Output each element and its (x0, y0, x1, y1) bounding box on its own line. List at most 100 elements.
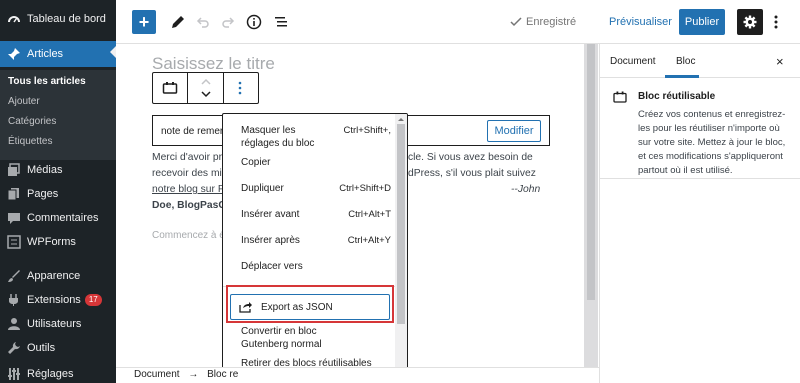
undo-button[interactable] (194, 9, 212, 35)
chevron-up-down-icon (201, 78, 211, 98)
menu-media-label: Médias (27, 164, 63, 176)
admin-sidebar: Tableau de bord Articles Tous les articl… (0, 0, 116, 383)
reusable-block-icon (613, 91, 627, 103)
scroll-up-arrow-icon (398, 118, 404, 121)
redo-button[interactable] (219, 9, 237, 35)
plus-icon: + (138, 12, 150, 32)
block-card-title: Bloc réutilisable (638, 91, 716, 102)
menu-posts[interactable]: Articles (0, 41, 116, 67)
block-toolbar (152, 72, 259, 104)
comments-icon (7, 211, 21, 225)
menu-media[interactable]: Médias (0, 157, 116, 183)
dropdown-scrollbar[interactable] (395, 114, 407, 382)
menu-comments[interactable]: Commentaires (0, 205, 116, 231)
reusable-block-icon (162, 82, 178, 94)
gear-icon (743, 15, 757, 29)
submenu-all-posts[interactable]: Tous les articles (8, 76, 86, 87)
close-sidebar-button[interactable]: × (776, 54, 784, 69)
breadcrumb-current[interactable]: Bloc re (207, 369, 238, 380)
menu-users-label: Utilisateurs (27, 318, 82, 330)
media-icon (7, 163, 21, 177)
list-view-icon (275, 17, 287, 27)
vertical-ellipsis-icon (238, 81, 242, 95)
block-type-button[interactable] (162, 81, 178, 98)
wpforms-icon (7, 235, 21, 249)
settings-button[interactable] (737, 9, 763, 35)
editor-top-toolbar: + Enregistré Prévisualiser Publier (116, 0, 800, 44)
redo-icon (222, 17, 235, 28)
menu-item-hide-settings[interactable]: Masquer les réglages du bloc Ctrl+Shift+… (241, 124, 391, 150)
active-tab-indicator (665, 75, 699, 78)
menu-dashboard[interactable]: Tableau de bord (0, 6, 116, 32)
submenu-add[interactable]: Ajouter (8, 96, 40, 107)
menu-item-insert-before[interactable]: Insérer avant Ctrl+Alt+T (241, 208, 391, 221)
menu-users[interactable]: Utilisateurs (0, 311, 116, 337)
dashboard-icon (7, 12, 21, 26)
menu-tools-label: Outils (27, 342, 56, 354)
highlight-annotation-box (226, 285, 394, 323)
block-card-description: Créez vos contenus et enregistrez-les po… (638, 109, 786, 176)
plugin-icon (7, 293, 21, 307)
menu-extensions[interactable]: Extensions 17 (0, 287, 116, 313)
menu-tools[interactable]: Outils (0, 335, 116, 361)
reusable-block-name: note de remerc (161, 126, 229, 137)
menu-item-copy[interactable]: Copier (241, 156, 391, 169)
more-options-button[interactable] (769, 9, 783, 35)
publish-button[interactable]: Publier (679, 9, 725, 35)
saved-label: Enregistré (526, 16, 577, 28)
tab-document[interactable]: Document (610, 56, 656, 67)
menu-item-duplicate[interactable]: Dupliquer Ctrl+Shift+D (241, 182, 391, 195)
extensions-update-badge: 17 (84, 294, 102, 306)
users-icon (7, 317, 21, 331)
menu-extensions-label: Extensions (27, 294, 81, 306)
settings-sidebar: Document Bloc × Bloc réutilisable Créez … (599, 44, 800, 383)
paragraph-signature: --John (511, 184, 541, 195)
block-card: Bloc réutilisable Créez vos contenus et … (600, 79, 800, 179)
paragraph-line-right: dPress, s'il vous plait suivez (408, 168, 536, 179)
brush-icon (7, 269, 21, 283)
menu-posts-label: Articles (27, 48, 64, 60)
preview-button[interactable]: Prévisualiser (609, 9, 672, 35)
info-icon (246, 14, 262, 30)
modify-button[interactable]: Modifier (487, 120, 541, 142)
move-block-buttons[interactable] (199, 76, 213, 103)
sidebar-tabs: Document Bloc × (600, 44, 800, 78)
pencil-icon (172, 16, 184, 28)
submenu-tags[interactable]: Étiquettes (8, 136, 52, 147)
block-options-button[interactable] (238, 81, 242, 98)
menu-item-move-to[interactable]: Déplacer vers (241, 260, 391, 273)
saved-status: Enregistré (510, 9, 576, 35)
new-block-placeholder[interactable]: Commencez à é (152, 230, 225, 241)
pages-icon (7, 187, 21, 201)
menu-dashboard-label: Tableau de bord (27, 13, 106, 25)
menu-settings[interactable]: Réglages (0, 361, 116, 383)
tab-block[interactable]: Bloc (676, 56, 695, 67)
menu-appearance-label: Apparence (27, 270, 81, 282)
editor-scrollbar[interactable] (584, 44, 598, 367)
tools-button[interactable] (168, 9, 188, 35)
vertical-ellipsis-icon (774, 15, 778, 29)
breadcrumb-arrow: → (188, 369, 199, 380)
post-title-placeholder[interactable]: Saisissez le titre (152, 54, 275, 74)
wrench-icon (7, 341, 21, 355)
submenu-categories[interactable]: Catégories (8, 116, 56, 127)
menu-item-convert-block[interactable]: Convertir en bloc Gutenberg normal (241, 325, 361, 351)
list-view-button[interactable] (271, 9, 291, 35)
settings-sliders-icon (7, 367, 21, 381)
breadcrumb-document[interactable]: Document (134, 369, 180, 380)
menu-settings-label: Réglages (27, 368, 74, 380)
menu-comments-label: Commentaires (27, 212, 99, 224)
details-button[interactable] (244, 9, 264, 35)
menu-appearance[interactable]: Apparence (0, 263, 116, 289)
menu-pages-label: Pages (27, 188, 59, 200)
block-options-dropdown: Masquer les réglages du bloc Ctrl+Shift+… (222, 113, 408, 383)
paragraph-line-right: cle. Si vous avez besoin de (408, 152, 533, 163)
menu-wpforms[interactable]: WPForms (0, 229, 116, 255)
block-inserter-button[interactable]: + (132, 10, 156, 34)
menu-item-insert-after[interactable]: Insérer après Ctrl+Alt+Y (241, 234, 391, 247)
undo-icon (196, 17, 209, 28)
menu-pages[interactable]: Pages (0, 181, 116, 207)
posts-submenu: Tous les articles Ajouter Catégories Éti… (0, 70, 116, 160)
check-icon (510, 17, 522, 27)
close-icon: × (776, 54, 784, 69)
